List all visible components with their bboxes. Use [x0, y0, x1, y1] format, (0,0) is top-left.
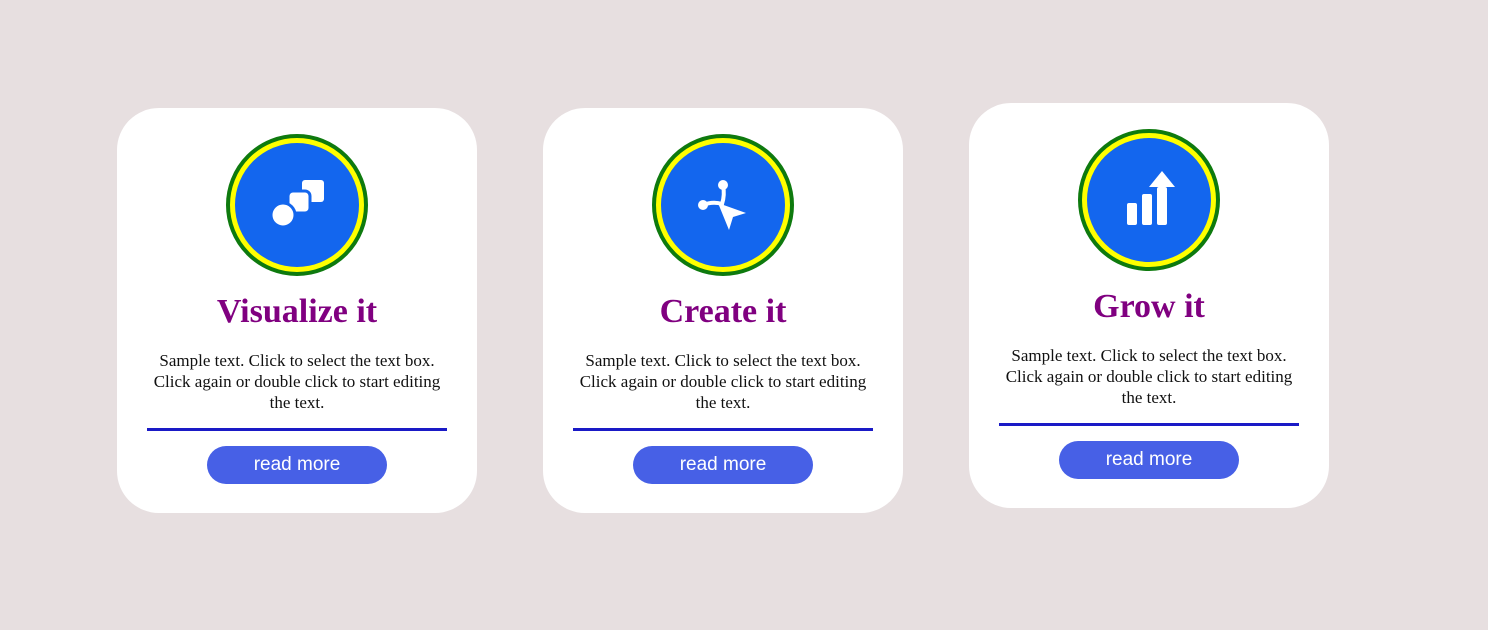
card-title: Visualize it — [216, 293, 378, 330]
divider — [999, 423, 1299, 426]
card-title: Create it — [659, 293, 787, 330]
read-more-button[interactable]: read more — [1059, 441, 1239, 479]
divider — [147, 428, 447, 431]
feature-card-visualize: Visualize it Sample text. Click to selec… — [117, 108, 477, 513]
icon-ring — [652, 134, 794, 276]
card-title: Grow it — [1093, 288, 1205, 325]
feature-card-grow: Grow it Sample text. Click to select the… — [969, 103, 1329, 508]
icon-ring — [1078, 129, 1220, 271]
read-more-button[interactable]: read more — [633, 446, 813, 484]
card-description: Sample text. Click to select the text bo… — [1005, 346, 1293, 407]
vector-node-cursor-icon — [661, 143, 785, 267]
divider — [573, 428, 873, 431]
growth-bar-chart-icon — [1087, 138, 1211, 262]
card-description: Sample text. Click to select the text bo… — [153, 351, 441, 412]
card-description: Sample text. Click to select the text bo… — [579, 351, 867, 412]
feature-card-create: Create it Sample text. Click to select t… — [543, 108, 903, 513]
read-more-button[interactable]: read more — [207, 446, 387, 484]
icon-ring — [226, 134, 368, 276]
shapes-icon — [235, 143, 359, 267]
